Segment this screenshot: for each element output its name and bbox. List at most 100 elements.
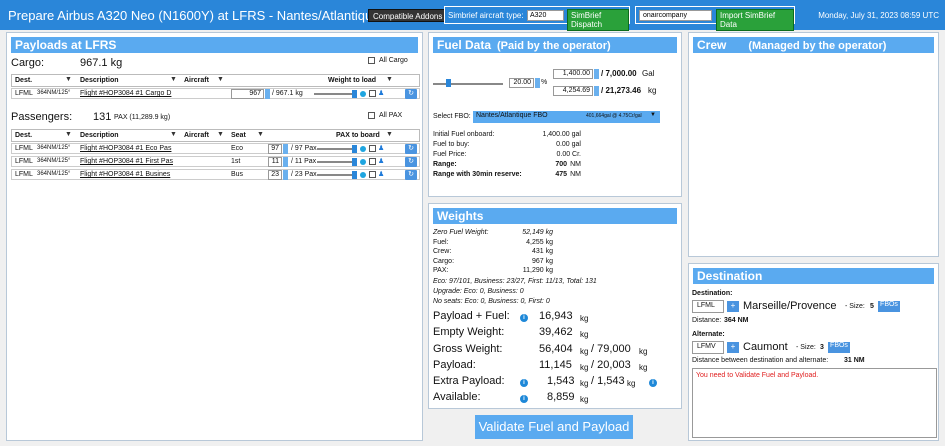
- slider-handle[interactable]: [352, 145, 357, 153]
- stepper[interactable]: [283, 157, 288, 167]
- destination-panel: Destination Destination: LFML + Marseill…: [688, 263, 939, 441]
- compatible-addons-button[interactable]: Compatible Addons: [368, 9, 448, 22]
- filter-icon[interactable]: ▼: [386, 76, 393, 83]
- gross-weight-max: / 79,000: [591, 343, 631, 355]
- alternate-fbos-button[interactable]: FBOs: [828, 342, 850, 353]
- row-dest: LFML: [15, 90, 33, 97]
- filter-icon[interactable]: ▼: [65, 76, 72, 83]
- info-icon[interactable]: i: [520, 312, 528, 322]
- slider-handle[interactable]: [446, 79, 451, 87]
- all-pax-checkbox[interactable]: [368, 112, 375, 119]
- filter-icon[interactable]: ▼: [170, 131, 177, 138]
- filter-icon[interactable]: ▼: [257, 131, 264, 138]
- weight-value: 4,255 kg: [526, 238, 553, 246]
- stepper[interactable]: [265, 89, 270, 99]
- row-checkbox[interactable]: [369, 171, 376, 178]
- row-checkbox[interactable]: [369, 145, 376, 152]
- col-weight: Weight to load: [328, 77, 377, 84]
- alt-distance-label: Distance between destination and alterna…: [692, 357, 829, 364]
- col-description: Description: [80, 132, 119, 139]
- row-description-link[interactable]: Flight #HOP3084 #1 Busines: [80, 171, 170, 178]
- add-alternate-button[interactable]: +: [727, 342, 739, 353]
- pax-slider[interactable]: [317, 174, 354, 176]
- row-checkbox[interactable]: [369, 90, 376, 97]
- stepper[interactable]: [594, 86, 599, 96]
- chevron-down-icon[interactable]: ▼: [650, 112, 656, 118]
- import-simbrief-button[interactable]: Import SimBrief Data: [716, 9, 794, 31]
- pax-input[interactable]: 23: [268, 170, 282, 180]
- status-dot-icon: [360, 146, 366, 152]
- stepper[interactable]: [594, 69, 599, 79]
- filter-icon[interactable]: ▼: [217, 76, 224, 83]
- gross-weight-value: 56,404: [539, 343, 573, 355]
- fuel-percent-input[interactable]: 20.00: [509, 78, 534, 88]
- person-icon[interactable]: ♟: [378, 144, 384, 152]
- row-description-link[interactable]: Flight #HOP3084 #1 Cargo D: [80, 90, 171, 97]
- destination-label: Destination:: [692, 290, 733, 297]
- pax-input[interactable]: 97: [268, 144, 282, 154]
- all-cargo-label: All Cargo: [379, 57, 408, 64]
- info-icon[interactable]: i: [520, 377, 528, 387]
- row-description-link[interactable]: Flight #HOP3084 #1 First Pas: [80, 158, 173, 165]
- payload-label: Payload:: [433, 359, 476, 371]
- row-distance: 364NM/125°: [37, 90, 71, 96]
- alternate-code-input[interactable]: LFMV: [692, 341, 724, 354]
- unit: kg: [627, 379, 636, 388]
- row-description-link[interactable]: Flight #HOP3084 #1 Eco Pas: [80, 145, 171, 152]
- row-checkbox[interactable]: [369, 158, 376, 165]
- person-icon[interactable]: ♟: [378, 157, 384, 165]
- fuel-line-label: Fuel Price:: [433, 151, 467, 158]
- filter-icon[interactable]: ▼: [386, 131, 393, 138]
- stepper[interactable]: [283, 170, 288, 180]
- refresh-icon[interactable]: ↻: [405, 170, 417, 180]
- stepper[interactable]: [535, 78, 540, 88]
- fuel-gal-input[interactable]: 1,400.00: [553, 69, 593, 79]
- add-destination-button[interactable]: +: [727, 301, 739, 312]
- refresh-icon[interactable]: ↻: [405, 144, 417, 154]
- person-icon[interactable]: ♟: [378, 89, 384, 97]
- passengers-detail: PAX (11,289.9 kg): [114, 114, 171, 121]
- fuel-slider[interactable]: [433, 83, 503, 85]
- simbrief-type-input[interactable]: [527, 10, 564, 21]
- filter-icon[interactable]: ▼: [65, 131, 72, 138]
- page-title: Prepare Airbus A320 Neo (N1600Y) at LFRS…: [8, 8, 380, 23]
- cargo-slider[interactable]: [314, 93, 354, 95]
- filter-icon[interactable]: ▼: [170, 76, 177, 83]
- row-dest: LFML: [15, 171, 33, 178]
- simbrief-dispatch-button[interactable]: SimBrief Dispatch: [567, 9, 629, 31]
- extra-payload-value: 1,543: [547, 375, 575, 387]
- pax-input[interactable]: 11: [268, 157, 282, 167]
- validate-button[interactable]: Validate Fuel and Payload: [475, 415, 633, 439]
- filter-icon[interactable]: ▼: [217, 131, 224, 138]
- payload-fuel-label: Payload + Fuel:: [433, 310, 510, 322]
- fbo-price: 401,664gal @ 4.75Cr/gal: [586, 113, 642, 119]
- destination-code-input[interactable]: LFML: [692, 300, 724, 313]
- person-icon[interactable]: ♟: [378, 170, 384, 178]
- weight-label: Cargo:: [433, 257, 455, 265]
- info-icon[interactable]: i: [649, 377, 657, 387]
- crew-subtitle: (Managed by the operator): [748, 40, 887, 52]
- slider-handle[interactable]: [352, 171, 357, 179]
- info-icon[interactable]: i: [520, 393, 528, 403]
- refresh-icon[interactable]: ↻: [405, 157, 417, 167]
- onair-company-input[interactable]: [639, 10, 712, 21]
- weights-panel: Weights Zero Fuel Weight: 52,149 kg Fuel:…: [428, 203, 682, 409]
- all-cargo-checkbox[interactable]: [368, 57, 375, 64]
- reserve-unit: NM: [570, 171, 581, 178]
- status-dot-icon: [360, 91, 366, 97]
- fbo-select[interactable]: Nantes/Atlantique FBO 401,664gal @ 4.75C…: [473, 111, 660, 123]
- fuel-kg-input[interactable]: 4,254.69: [553, 86, 593, 96]
- payload-max: / 20,003: [591, 359, 631, 371]
- destination-fbos-button[interactable]: FBOs: [878, 301, 900, 312]
- stepper[interactable]: [283, 144, 288, 154]
- pax-slider[interactable]: [317, 161, 354, 163]
- refresh-icon[interactable]: ↻: [405, 89, 417, 99]
- empty-weight-label: Empty Weight:: [433, 326, 505, 338]
- cargo-weight-input[interactable]: 967: [231, 89, 264, 99]
- slider-handle[interactable]: [352, 158, 357, 166]
- slider-handle[interactable]: [352, 90, 357, 98]
- pax-slider[interactable]: [317, 148, 354, 150]
- weight-value: 11,290 kg: [522, 267, 553, 274]
- available-value: 8,859: [547, 391, 575, 403]
- distance-value: 364 NM: [724, 317, 749, 324]
